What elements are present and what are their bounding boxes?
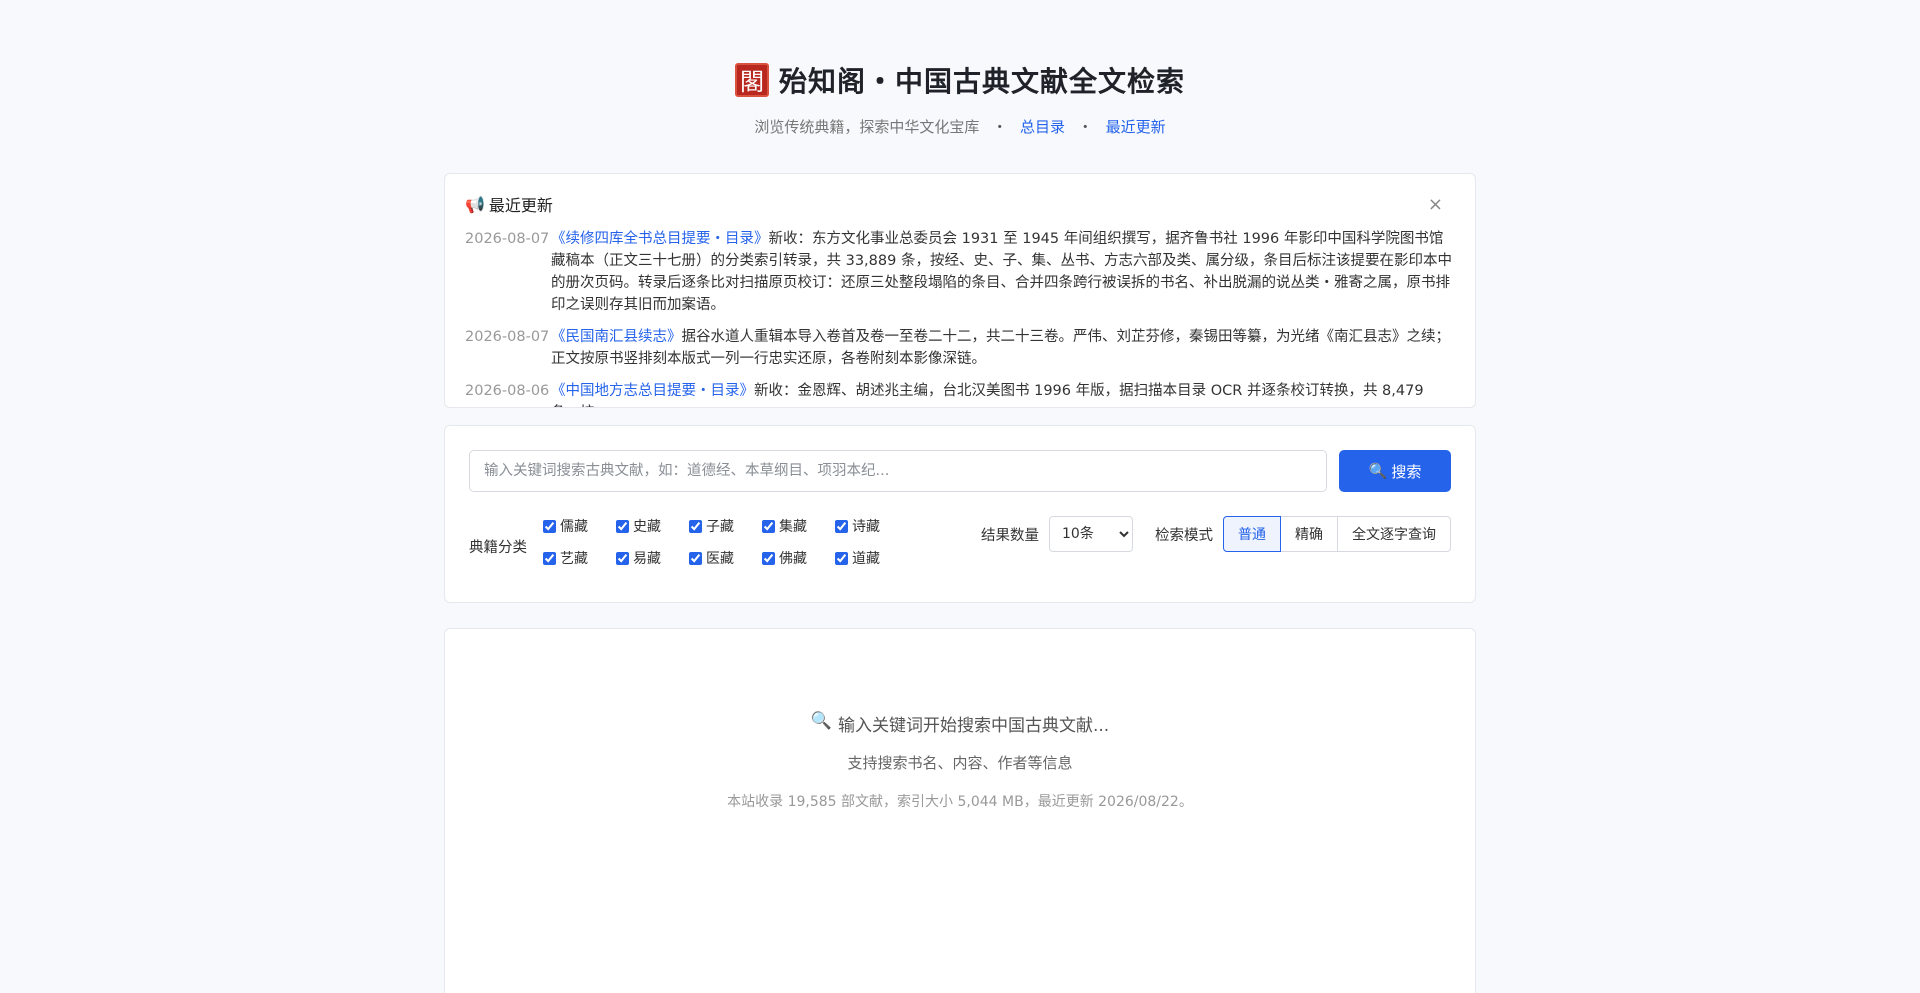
mode-normal-button[interactable]: 普通 xyxy=(1223,516,1281,552)
empty-state-subtitle: 支持搜索书名、内容、作者等信息 xyxy=(847,754,1073,772)
list-item: 2026-08-06 《中国地方志总目提要・目录》新收：金恩辉、胡述兆主编，台北… xyxy=(465,380,1455,407)
notice-text: 《民国南汇县续志》据谷水道人重辑本导入卷首及卷一至卷二十二，共二十三卷。严伟、刘… xyxy=(551,326,1455,370)
notice-header: 📢 最近更新 × xyxy=(465,192,1455,216)
notice-text: 《中国地方志总目提要・目录》新收：金恩辉、胡述兆主编，台北汉美图书 1996 年… xyxy=(551,380,1455,407)
category-option-label: 子藏 xyxy=(706,519,734,535)
separator-dot: ・ xyxy=(1077,118,1093,136)
category-option[interactable]: 佛藏 xyxy=(762,548,835,568)
category-checkbox[interactable] xyxy=(689,551,702,565)
category-option[interactable]: 子藏 xyxy=(689,516,762,536)
category-checkbox[interactable] xyxy=(543,519,556,533)
category-option[interactable]: 道藏 xyxy=(835,548,908,568)
category-option[interactable]: 史藏 xyxy=(616,516,689,536)
category-checkbox[interactable] xyxy=(616,519,629,533)
category-checkbox[interactable] xyxy=(762,519,775,533)
results-panel: 🔍 输入关键词开始搜索中国古典文献... 支持搜索书名、内容、作者等信息 本站收… xyxy=(444,628,1476,993)
category-checkbox[interactable] xyxy=(835,551,848,565)
catalog-link[interactable]: 总目录 xyxy=(1020,118,1065,136)
category-option-label: 史藏 xyxy=(633,519,661,535)
empty-state-text: 输入关键词开始搜索中国古典文献... xyxy=(837,716,1110,736)
category-option[interactable]: 易藏 xyxy=(616,548,689,568)
notice-title-text: 最近更新 xyxy=(488,196,553,215)
category-option-label: 儒藏 xyxy=(560,519,588,535)
notice-title: 📢 最近更新 xyxy=(465,192,553,216)
notice-book-link[interactable]: 《民国南汇县续志》 xyxy=(551,329,682,345)
page-title: 殆知阁・中国古典文献全文检索 xyxy=(778,65,1185,98)
category-checkbox[interactable] xyxy=(616,551,629,565)
category-checkbox[interactable] xyxy=(689,519,702,533)
notice-book-link[interactable]: 《中国地方志总目提要・目录》 xyxy=(551,383,754,399)
separator-dot: ・ xyxy=(992,118,1008,136)
search-panel: 🔍 搜索 典籍分类 儒藏 史藏 子藏 集藏 诗藏 艺藏 易藏 医藏 佛藏 道藏 … xyxy=(444,425,1476,603)
page-header: 閣 殆知阁・中国古典文献全文检索 浏览传统典籍，探索中华文化宝库 ・ 总目录 ・… xyxy=(0,0,1920,137)
search-mode-group: 普通 精确 全文逐字查询 xyxy=(1223,516,1451,552)
result-count-select[interactable]: 10条 xyxy=(1049,516,1133,552)
result-count-label: 结果数量 xyxy=(981,527,1039,544)
category-checkbox[interactable] xyxy=(762,551,775,565)
category-option[interactable]: 艺藏 xyxy=(543,548,616,568)
category-option-label: 集藏 xyxy=(779,519,807,535)
notice-date: 2026-08-07 xyxy=(465,231,550,247)
megaphone-icon: 📢 xyxy=(465,194,485,214)
notice-description: 据谷水道人重辑本导入卷首及卷一至卷二十二，共二十三卷。严伟、刘芷芬修，秦锡田等纂… xyxy=(551,329,1450,367)
category-option-label: 易藏 xyxy=(633,551,661,567)
title-row: 閣 殆知阁・中国古典文献全文检索 xyxy=(0,60,1920,100)
search-input[interactable] xyxy=(469,450,1327,492)
notice-list: 2026-08-07 《续修四库全书总目提要・目录》新收：东方文化事业总委员会 … xyxy=(465,228,1455,407)
recent-updates-link[interactable]: 最近更新 xyxy=(1106,118,1166,136)
category-checkbox[interactable] xyxy=(835,519,848,533)
category-option-label: 道藏 xyxy=(852,551,880,567)
category-option-label: 艺藏 xyxy=(560,551,588,567)
category-option[interactable]: 医藏 xyxy=(689,548,762,568)
search-options: 结果数量 10条 检索模式 普通 精确 全文逐字查询 xyxy=(981,516,1451,552)
category-option[interactable]: 集藏 xyxy=(762,516,835,536)
mode-exact-button[interactable]: 精确 xyxy=(1280,516,1338,552)
site-stats: 本站收录 19,585 部文献，索引大小 5,044 MB，最近更新 2026/… xyxy=(727,794,1193,810)
notice-book-link[interactable]: 《续修四库全书总目提要・目录》 xyxy=(551,231,769,247)
category-label: 典籍分类 xyxy=(469,540,527,556)
search-icon: 🔍 xyxy=(810,711,832,731)
notice-date: 2026-08-07 xyxy=(465,329,550,345)
category-option[interactable]: 儒藏 xyxy=(543,516,616,536)
notice-date: 2026-08-06 xyxy=(465,383,550,399)
subtitle: 浏览传统典籍，探索中华文化宝库 ・ 总目录 ・ 最近更新 xyxy=(0,116,1920,137)
close-icon[interactable]: × xyxy=(1428,194,1443,215)
category-option[interactable]: 诗藏 xyxy=(835,516,908,536)
notice-text: 《续修四库全书总目提要・目录》新收：东方文化事业总委员会 1931 至 1945… xyxy=(551,228,1455,316)
category-option-label: 医藏 xyxy=(706,551,734,567)
mode-fulltext-button[interactable]: 全文逐字查询 xyxy=(1337,516,1451,552)
category-checkbox-grid: 儒藏 史藏 子藏 集藏 诗藏 艺藏 易藏 医藏 佛藏 道藏 xyxy=(543,516,963,568)
list-item: 2026-08-07 《民国南汇县续志》据谷水道人重辑本导入卷首及卷一至卷二十二… xyxy=(465,326,1455,370)
search-icon: 🔍 xyxy=(1368,462,1388,480)
site-logo-seal: 閣 xyxy=(734,63,769,97)
recent-updates-panel: 📢 最近更新 × 2026-08-07 《续修四库全书总目提要・目录》新收：东方… xyxy=(444,173,1476,408)
search-button[interactable]: 🔍 搜索 xyxy=(1339,450,1451,492)
subtitle-text: 浏览传统典籍，探索中华文化宝库 xyxy=(754,118,980,136)
search-button-label: 搜索 xyxy=(1391,462,1422,481)
search-mode-label: 检索模式 xyxy=(1155,527,1213,544)
category-option-label: 诗藏 xyxy=(852,519,880,535)
category-option-label: 佛藏 xyxy=(779,551,807,567)
empty-state-title: 🔍 输入关键词开始搜索中国古典文献... xyxy=(445,711,1475,736)
category-checkbox[interactable] xyxy=(543,551,556,565)
search-row: 🔍 搜索 xyxy=(469,450,1451,492)
list-item: 2026-08-07 《续修四库全书总目提要・目录》新收：东方文化事业总委员会 … xyxy=(465,228,1455,316)
filter-row: 典籍分类 儒藏 史藏 子藏 集藏 诗藏 艺藏 易藏 医藏 佛藏 道藏 结果数量 … xyxy=(469,516,1451,568)
